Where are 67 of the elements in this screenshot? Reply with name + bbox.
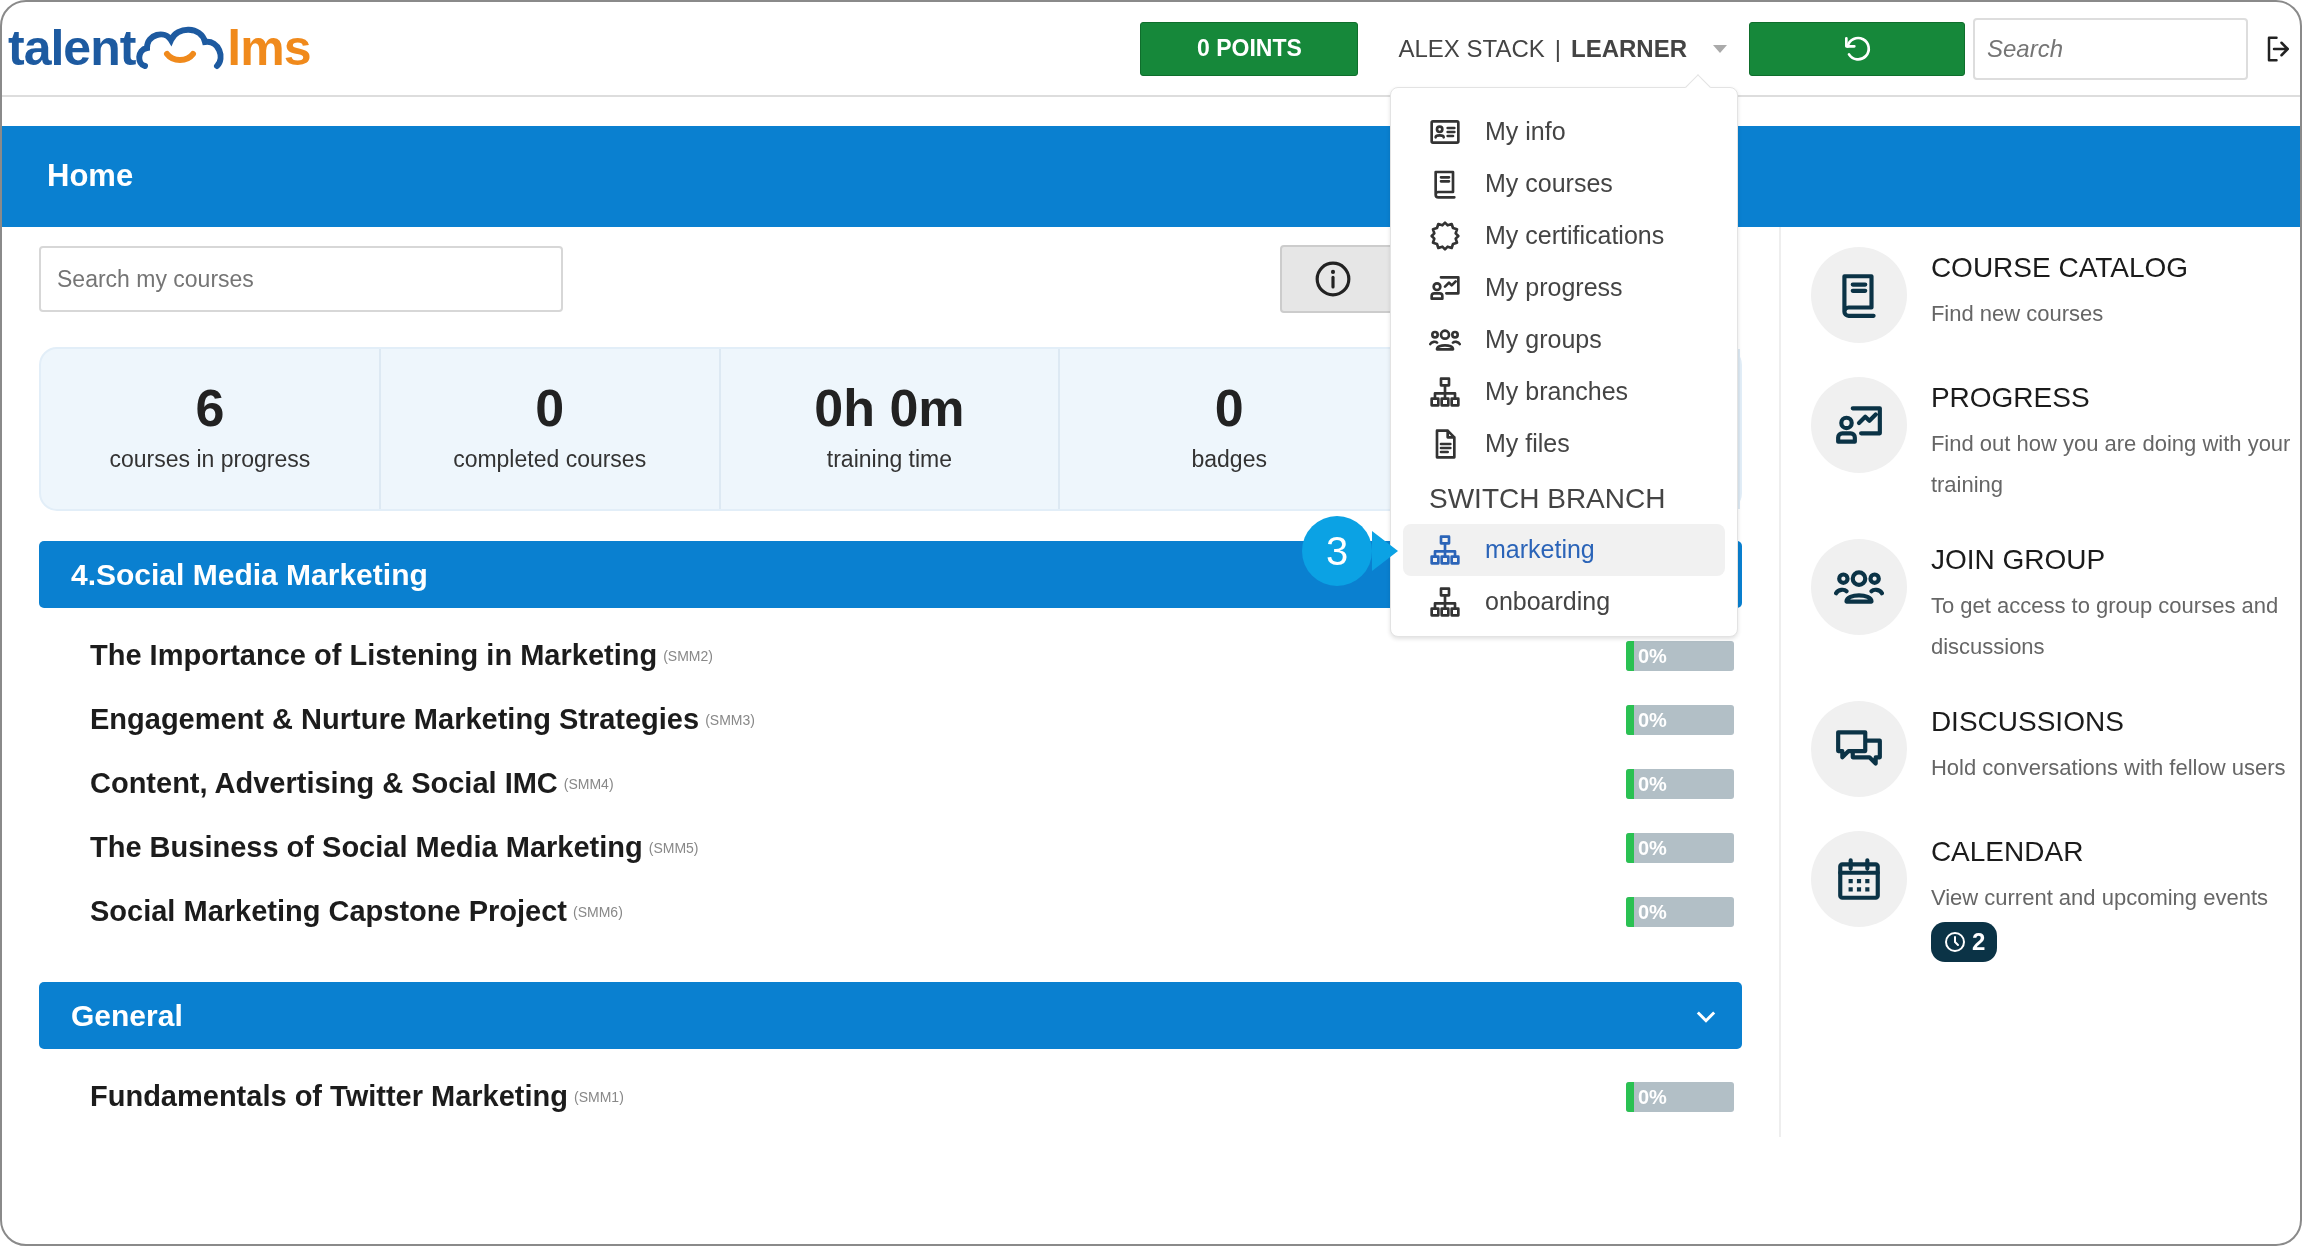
category-title: 4.Social Media Marketing [71,557,428,593]
menu-item[interactable]: My info [1403,106,1725,158]
user-role[interactable]: LEARNER [1571,30,1687,67]
stat-value: 6 [195,381,225,434]
course-link[interactable]: The Importance of Listening in Marketing [90,634,658,678]
shortcut-description: Find out how you are doing with your training [1930,430,2292,499]
logo-text: lms [227,19,311,78]
logo-text: talent [8,19,136,78]
stat-value: 0h 0m [814,381,965,434]
course-code: (SMM4) [563,774,614,794]
info-icon [1313,260,1352,298]
menu-item[interactable]: My certifications [1403,210,1725,262]
clock-icon [1942,930,1967,954]
menu-item[interactable]: My courses [1403,158,1725,210]
course-code: (SMM6) [573,902,623,922]
hierarchy-icon [1429,534,1461,566]
certificate-icon [1429,220,1461,252]
pointer-icon [1372,531,1398,571]
course-link[interactable]: Social Marketing Capstone Project [90,890,567,934]
hierarchy-icon [1429,586,1461,618]
separator: | [1554,33,1561,64]
page-title: Home [47,157,134,196]
caret-icon [1713,44,1727,53]
stat-label: completed courses [453,444,647,474]
menu-item[interactable]: My files [1403,418,1725,470]
shortcut-description: View current and upcoming events [1930,884,2268,912]
course-code: (SMM5) [648,838,699,858]
progress-text: 0% [1636,901,1667,923]
shortcut-title[interactable]: COURSE CATALOG [1930,247,2189,289]
menu-item[interactable]: My progress [1403,262,1725,314]
search-field[interactable]: Search my courses [39,246,563,312]
progress-text: 0% [1636,773,1667,795]
shortcut-description: Hold conversations with fellow users [1930,754,2286,782]
category-header[interactable]: General [39,982,1742,1049]
shortcut-title[interactable]: PROGRESS [1930,377,2300,419]
course-link[interactable]: Engagement & Nurture Marketing Strategies [90,698,700,742]
event-count-badge[interactable]: 2 [1930,922,1998,962]
stat-label: training time [826,444,953,474]
course-link[interactable]: The Business of Social Media Marketing [90,826,643,870]
shortcut-description: To get access to group courses and discussions [1930,592,2280,661]
progress-text: 0% [1636,837,1667,859]
course-link[interactable]: Fundamentals of Twitter Marketing [90,1075,568,1119]
menu-item[interactable]: My groups [1403,314,1725,366]
progress-text: 0% [1636,709,1667,731]
stat-label: courses in progress [109,444,311,474]
refresh-button[interactable] [1749,21,1965,76]
category-title: General [71,998,183,1034]
shortcut-description: Find new courses [1930,300,2105,328]
stat-label: badges [1191,444,1267,474]
course-code: (SMM3) [705,710,755,730]
course-code: (SMM2) [663,646,713,666]
shortcut-title[interactable]: DISCUSSIONS [1930,701,2286,743]
stat-value: 0 [535,381,565,434]
progress-text: 0% [1636,645,1667,667]
shortcut-title[interactable]: JOIN GROUP [1930,539,2300,581]
shortcut-title[interactable]: CALENDAR [1930,831,2268,873]
course-link[interactable]: Content, Advertising & Social IMC [90,762,558,806]
hierarchy-icon [1429,376,1461,408]
stat-value: 0 [1214,381,1244,434]
menu-item[interactable]: My branches [1403,366,1725,418]
user-name[interactable]: ALEX STACK [1398,30,1545,67]
progress-text: 0% [1636,1086,1667,1108]
search-field[interactable]: Search [1973,17,2248,80]
points-button[interactable]: 0 POINTS [1140,21,1359,76]
menu-section-title: SWITCH BRANCH [1428,482,1667,516]
branch-item[interactable]: marketing [1403,524,1725,576]
course-code: (SMM1) [574,1087,624,1107]
